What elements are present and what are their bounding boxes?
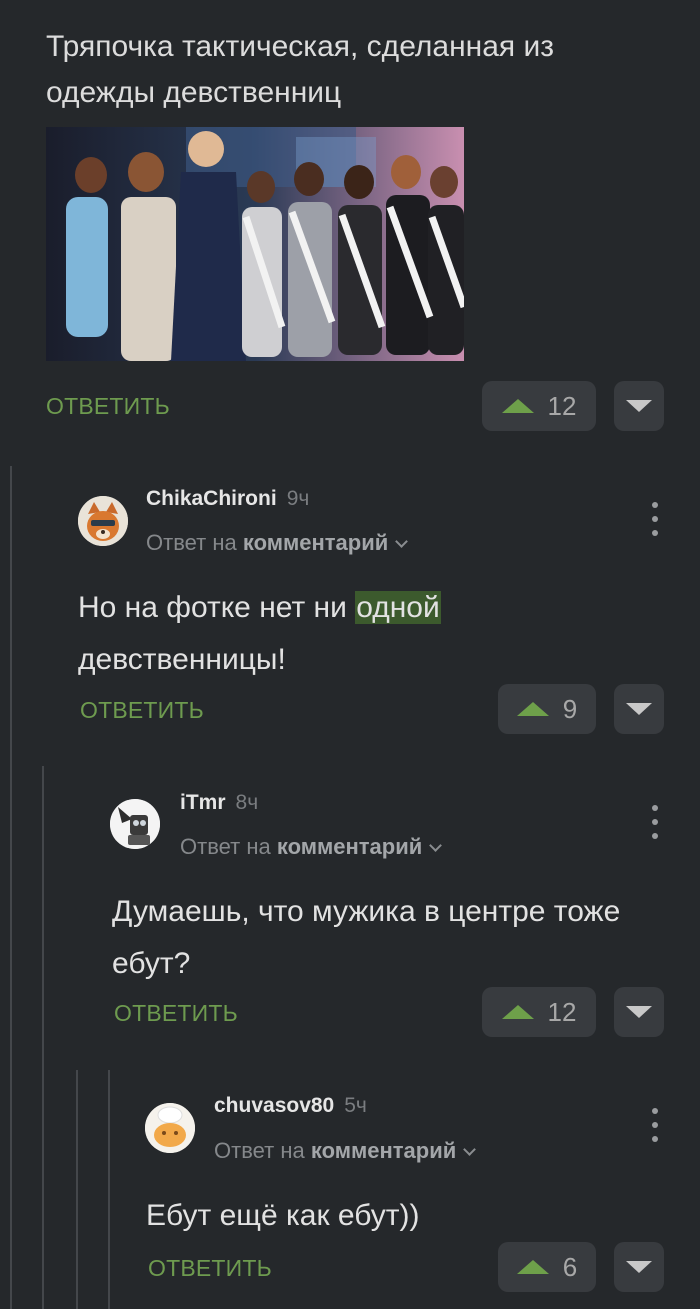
comment-text: Ебут ещё как ебут)) [146,1199,420,1232]
downvote-icon [626,703,652,715]
more-dot [652,1136,658,1142]
post-reply-button[interactable]: ОТВЕТИТЬ [46,393,170,420]
more-dot [652,1122,658,1128]
reply-to-link[interactable]: комментарий [243,530,388,555]
comment-downvote-button[interactable] [614,684,664,734]
comment-upvote-button[interactable]: 6 [498,1242,596,1292]
comment-time: 8ч [235,791,259,814]
comment-text: Думаешь, что мужика в центре тоже ебут? [112,895,621,980]
comment-time: 5ч [344,1094,367,1117]
thread-line-1[interactable] [10,466,12,1309]
more-dot [652,530,658,536]
comment-reply-button[interactable]: ОТВЕТИТЬ [148,1255,272,1282]
post-vote-count: 12 [547,390,577,421]
comment-upvote-button[interactable]: 9 [498,684,596,734]
more-dot [652,833,658,839]
post-image[interactable] [46,127,464,361]
comment-header: chuvasov80 5ч [214,1094,367,1118]
avatar[interactable] [78,496,128,546]
comment-downvote-button[interactable] [614,987,664,1037]
comment-vote-count: 12 [547,996,577,1027]
comment-downvote-button[interactable] [614,1242,664,1292]
highlighted-word: одной [355,591,441,624]
avatar-robot-icon [110,799,160,849]
comment-reply-button[interactable]: ОТВЕТИТЬ [114,1000,238,1027]
reply-to-link[interactable]: комментарий [277,834,422,859]
comment-reply-button[interactable]: ОТВЕТИТЬ [80,697,204,724]
reply-to-prefix: Ответ на [146,530,237,555]
post-text: Тряпочка тактическая, сделанная из одежд… [46,30,554,109]
avatar-chef-icon [145,1103,195,1153]
username[interactable]: ChikaChironi [146,487,277,511]
username[interactable]: iTmr [180,791,226,815]
more-options-button[interactable] [647,805,663,839]
upvote-icon [501,1005,534,1019]
comment-upvote-button[interactable]: 12 [482,987,596,1037]
more-dot [652,805,658,811]
avatar[interactable] [145,1103,195,1153]
comment-text-part: Но на фотке нет ни [78,591,356,624]
comment-time: 9ч [286,487,310,510]
thread-line-3[interactable] [76,1070,78,1309]
post-downvote-button[interactable] [614,381,664,431]
thread-line-2[interactable] [42,766,44,1309]
username[interactable]: chuvasov80 [214,1094,334,1118]
downvote-icon [626,400,652,412]
reply-to-prefix: Ответ на [214,1138,305,1163]
more-dot [652,502,658,508]
comment-text-part: девственницы! [78,643,286,676]
comment-header: iTmr 8ч [180,791,258,815]
more-dot [652,1108,658,1114]
chevron-down-icon[interactable] [429,839,443,852]
post-upvote-button[interactable]: 12 [482,381,596,431]
reply-to-line[interactable]: Ответ на комментарий [180,834,443,860]
more-dot [652,819,658,825]
more-options-button[interactable] [647,1108,663,1142]
downvote-icon [626,1261,652,1273]
upvote-icon [516,1260,549,1274]
comment-vote-count: 9 [562,693,578,724]
avatar-fox-icon [78,496,128,546]
comment-vote-count: 6 [562,1251,578,1282]
chevron-down-icon[interactable] [463,1143,477,1156]
reply-to-line[interactable]: Ответ на комментарий [146,530,409,556]
comment-text: Но на фотке нет ни одной девственницы! [78,582,638,686]
downvote-icon [626,1006,652,1018]
chevron-down-icon[interactable] [395,535,409,548]
avatar[interactable] [110,799,160,849]
post-image-graphic [46,127,464,361]
upvote-icon [501,399,534,413]
upvote-icon [516,702,549,716]
thread-line-4[interactable] [108,1070,110,1309]
more-options-button[interactable] [647,502,663,536]
reply-to-prefix: Ответ на [180,834,271,859]
more-dot [652,516,658,522]
reply-to-link[interactable]: комментарий [311,1138,456,1163]
reply-to-line[interactable]: Ответ на комментарий [214,1138,477,1164]
comment-header: ChikaChironi 9ч [146,487,309,511]
